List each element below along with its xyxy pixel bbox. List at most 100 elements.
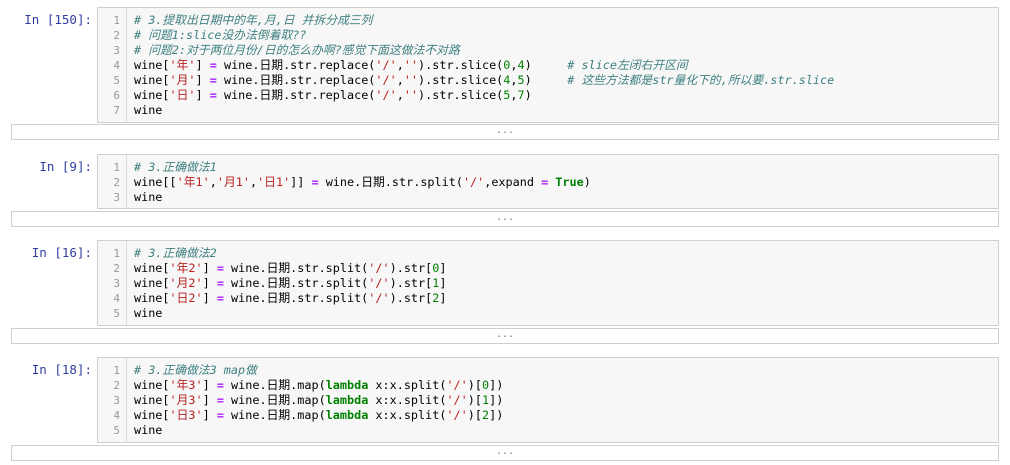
code-token: wine.日期.map( bbox=[223, 378, 326, 392]
collapsed-output[interactable]: ... bbox=[11, 124, 999, 140]
code-token: wine bbox=[134, 306, 163, 320]
code-text: wine['年3'] = wine.日期.map(lambda x:x.spli… bbox=[134, 378, 503, 393]
code-editor[interactable]: 1 # 3.正确做法1 2 wine[['年1','月1','日1']] = wine… bbox=[97, 154, 999, 209]
code-token: = bbox=[216, 393, 224, 407]
code-token: ] bbox=[195, 58, 210, 72]
code-token: ] bbox=[202, 378, 217, 392]
code-line: 1 # 3.正确做法3 map做 bbox=[98, 363, 998, 378]
code-token: '' bbox=[403, 58, 419, 72]
code-editor[interactable]: 1 # 3.提取出日期中的年,月,日 并拆分成三列 2 # 问题1:slice没办法倒… bbox=[97, 7, 999, 123]
code-token: ).str[ bbox=[389, 261, 433, 275]
code-text: wine bbox=[134, 423, 162, 438]
code-text: wine['日'] = wine.日期.str.replace('/','').… bbox=[134, 88, 532, 103]
code-token: '/' bbox=[446, 393, 468, 407]
code-token: '月2' bbox=[169, 276, 203, 290]
code-token: '' bbox=[403, 88, 419, 102]
code-editor[interactable]: 1 # 3.正确做法3 map做 2 wine['年3'] = wine.日期.map… bbox=[97, 357, 999, 443]
line-number: 1 bbox=[113, 14, 120, 27]
code-token: , bbox=[510, 58, 518, 72]
code-token: , bbox=[209, 175, 217, 189]
code-line: 1 # 3.正确做法2 bbox=[98, 246, 998, 261]
code-token: wine.日期.str.split( bbox=[223, 276, 369, 290]
code-token: = bbox=[216, 261, 224, 275]
collapsed-output[interactable]: ... bbox=[11, 211, 999, 227]
code-token: wine[ bbox=[134, 261, 170, 275]
code-line: 1 # 3.提取出日期中的年,月,日 并拆分成三列 bbox=[98, 13, 998, 28]
code-token: wine[ bbox=[134, 73, 170, 87]
line-number: 5 bbox=[113, 74, 120, 87]
collapsed-output[interactable]: ... bbox=[11, 328, 999, 344]
code-token: True bbox=[555, 175, 584, 189]
line-number: 4 bbox=[113, 409, 120, 422]
code-token: # 问题2:对于两位月份/日的怎么办啊?感觉下面这做法不对路 bbox=[134, 43, 460, 57]
code-lines: 1 # 3.正确做法3 map做 2 wine['年3'] = wine.日期.map… bbox=[98, 363, 998, 438]
line-number: 4 bbox=[113, 59, 120, 72]
code-token: # 这些方法都是str量化下的,所以要.str.slice bbox=[567, 73, 835, 87]
line-number: 2 bbox=[113, 29, 120, 42]
code-token: wine[ bbox=[134, 378, 170, 392]
cell-prompt: In [16]: bbox=[31, 245, 92, 260]
code-text: wine[['年1','月1','日1']] = wine.日期.str.spl… bbox=[134, 175, 591, 190]
code-line: 4 wine['年'] = wine.日期.str.replace('/','')… bbox=[98, 58, 998, 73]
code-token: wine.日期.map( bbox=[223, 408, 326, 422]
code-token: '年' bbox=[169, 58, 196, 72]
code-line: 4 wine['日3'] = wine.日期.map(lambda x:x.spl… bbox=[98, 408, 998, 423]
code-token: wine.日期.str.replace( bbox=[216, 58, 376, 72]
code-token: , bbox=[396, 88, 404, 102]
code-lines: 1 # 3.正确做法1 2 wine[['年1','月1','日1']] = wine… bbox=[98, 160, 998, 205]
code-token: ] bbox=[202, 261, 217, 275]
code-token: wine[ bbox=[134, 408, 170, 422]
code-token: '年1' bbox=[176, 175, 210, 189]
code-token: '/' bbox=[375, 58, 397, 72]
code-token: = bbox=[311, 175, 319, 189]
code-text: wine['年'] = wine.日期.str.replace('/','').… bbox=[134, 58, 688, 73]
line-number: 2 bbox=[113, 262, 120, 275]
code-line: 2 wine['年3'] = wine.日期.map(lambda x:x.spl… bbox=[98, 378, 998, 393]
collapsed-output[interactable]: ... bbox=[11, 445, 999, 461]
code-text: # 3.提取出日期中的年,月,日 并拆分成三列 bbox=[134, 13, 372, 28]
code-token: = bbox=[209, 58, 217, 72]
code-token: wine[ bbox=[134, 276, 170, 290]
code-token: 5 bbox=[517, 73, 525, 87]
code-line: 7 wine bbox=[98, 103, 998, 118]
code-token: wine.日期.str.split( bbox=[223, 291, 369, 305]
code-token: wine.日期.str.split( bbox=[223, 261, 369, 275]
code-token: lambda bbox=[325, 378, 369, 392]
code-token: '年3' bbox=[169, 378, 203, 392]
code-token: )[ bbox=[467, 408, 482, 422]
line-number: 1 bbox=[113, 247, 120, 260]
code-token: ) bbox=[524, 58, 568, 72]
line-number: 2 bbox=[113, 379, 120, 392]
code-token: ) bbox=[524, 88, 532, 102]
code-editor[interactable]: 1 # 3.正确做法2 2 wine['年2'] = wine.日期.str.spli… bbox=[97, 240, 999, 326]
code-token: # 问题1:slice没办法倒着取?? bbox=[134, 28, 307, 42]
code-token: '日1' bbox=[257, 175, 291, 189]
code-token: = bbox=[216, 408, 224, 422]
code-text: # 问题2:对于两位月份/日的怎么办啊?感觉下面这做法不对路 bbox=[134, 43, 460, 58]
code-token: '/' bbox=[368, 276, 390, 290]
code-token: ] bbox=[202, 291, 217, 305]
code-token: = bbox=[216, 291, 224, 305]
line-number: 5 bbox=[113, 424, 120, 437]
code-token: ]) bbox=[489, 378, 504, 392]
code-line: 4 wine['日2'] = wine.日期.str.split('/').str… bbox=[98, 291, 998, 306]
line-number: 3 bbox=[113, 394, 120, 407]
code-text: wine['年2'] = wine.日期.str.split('/').str[… bbox=[134, 261, 446, 276]
code-line: 2 wine['年2'] = wine.日期.str.split('/').str… bbox=[98, 261, 998, 276]
code-token: '/' bbox=[446, 378, 468, 392]
code-token: '月1' bbox=[216, 175, 250, 189]
code-token: '日' bbox=[169, 88, 196, 102]
cell-prompt: In [150]: bbox=[24, 12, 92, 27]
code-token: ] bbox=[202, 276, 217, 290]
code-token: )[ bbox=[467, 378, 482, 392]
code-token: ).str.slice( bbox=[418, 88, 504, 102]
code-token: , bbox=[396, 58, 404, 72]
line-number: 1 bbox=[113, 161, 120, 174]
code-token: '/' bbox=[375, 73, 397, 87]
code-token: ] bbox=[202, 393, 217, 407]
line-number: 7 bbox=[113, 104, 120, 117]
code-token: ] bbox=[439, 261, 447, 275]
code-token: ] bbox=[439, 276, 447, 290]
code-token: '/' bbox=[368, 261, 390, 275]
code-line: 5 wine['月'] = wine.日期.str.replace('/','')… bbox=[98, 73, 998, 88]
